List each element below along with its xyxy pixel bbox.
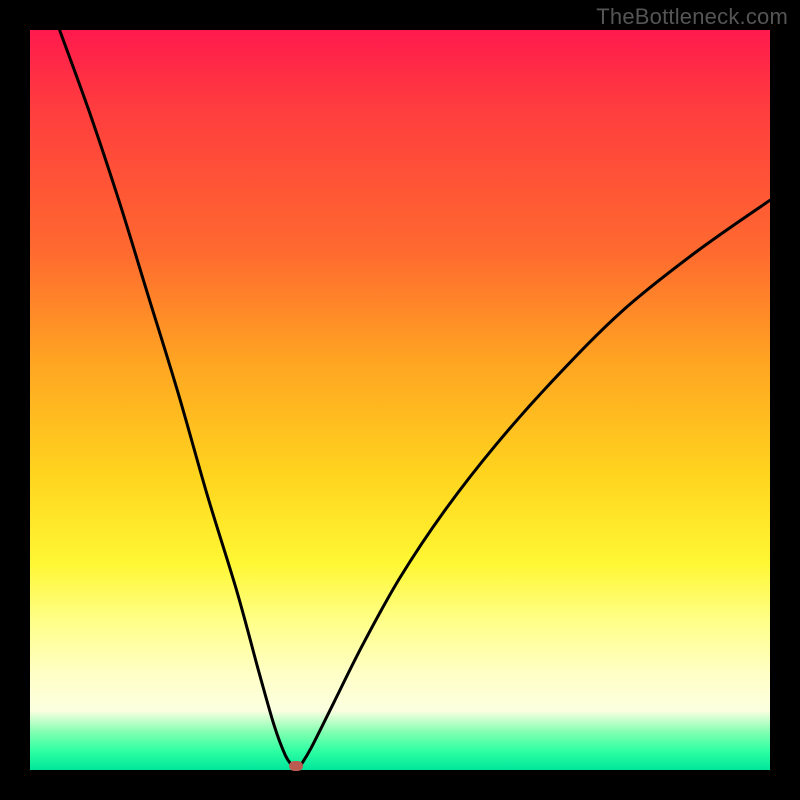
chart-frame: TheBottleneck.com: [0, 0, 800, 800]
minimum-marker: [289, 761, 303, 771]
watermark-text: TheBottleneck.com: [596, 4, 788, 30]
bottleneck-curve: [30, 30, 770, 770]
curve-path: [60, 30, 770, 766]
